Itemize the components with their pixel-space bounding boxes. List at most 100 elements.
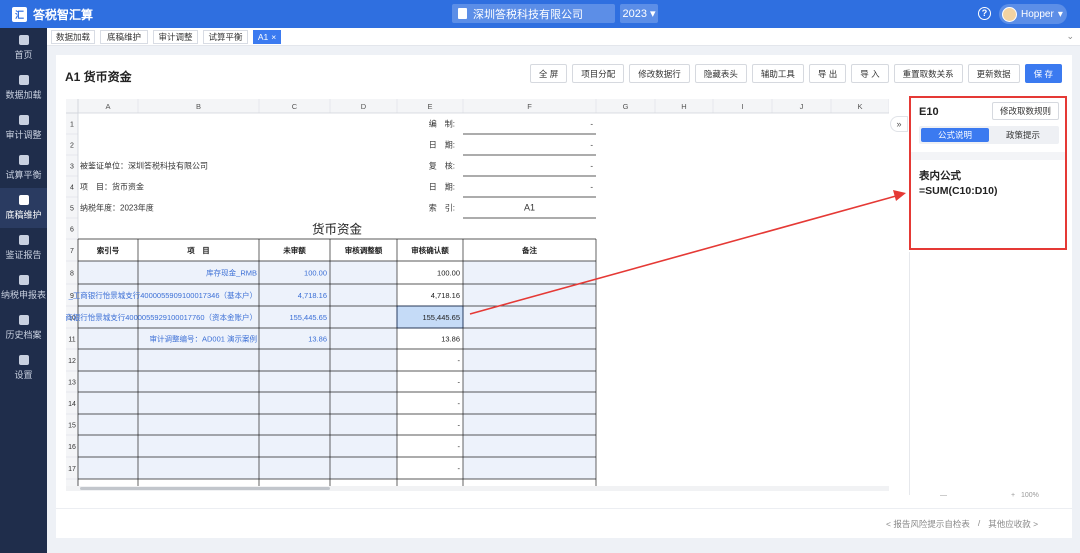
row-number: 8 [70,271,74,278]
sidebar-item[interactable]: 纳税申报表 [0,268,47,308]
toolbar-button[interactable]: 辅助工具 [751,64,804,83]
sidebar-item[interactable]: 设置 [0,348,47,388]
monitor-icon [18,275,29,285]
avatar [1002,6,1017,22]
sidebar-item-label: 试算平衡 [5,170,42,180]
column-letter: D [361,102,367,111]
sheet-navigation: < 报告风险提示自检表 / 其他应收款 > [886,518,1038,530]
row-number: 5 [70,206,74,213]
next-sheet-link[interactable]: 其他应收款 > [988,518,1038,530]
sidebar-item-label: 鉴证报告 [5,250,42,260]
toolbar-button[interactable]: 修改数据行 [629,64,690,83]
tab-label: 审计调整 [158,32,193,42]
label-reviewer: 复 核: [429,161,455,171]
zoom-in-icon[interactable]: + [1011,492,1015,499]
value-index: A1 [524,203,535,213]
spreadsheet[interactable]: A B C D E F G H I J K 1 2 3 4 5 6 7 8 9 10 11 12 13 14 15 16 17 编 制:… [66,99,889,486]
tab-policy[interactable]: 政策提示 [989,128,1057,142]
tab-item[interactable]: 数据加载 [51,30,95,44]
user-menu[interactable]: Hopper ▾ [999,4,1067,24]
tab-item[interactable]: 审计调整 [153,30,198,44]
sidebar-item[interactable]: 首页 [0,28,47,68]
empty-value: - [458,442,461,451]
toolbar-button[interactable]: 全 屏 [529,64,568,83]
confirmed-amount: 100.00 [437,269,460,278]
tab-item[interactable]: 底稿维护 [100,30,148,44]
sidebar-item[interactable]: 历史档案 [0,308,47,348]
close-icon[interactable]: × [271,32,276,42]
project-name: 项 目：货币资金 [80,182,144,192]
chevron-down-icon: ▾ [649,8,656,20]
toolbar-button[interactable]: 更新数据 [967,64,1020,83]
report-icon [18,235,29,245]
toolbar-button[interactable]: 隐藏表头 [694,64,747,83]
scrollbar-thumb[interactable] [80,487,330,490]
sidebar-item-label: 数据加载 [5,90,42,100]
panel-collapse-icon[interactable]: » [890,116,908,132]
toolbar-button[interactable]: 重置取数关系 [893,64,963,83]
confirmed-amount: 13.86 [441,335,460,344]
formula-expression: =SUM(C10:D10) [919,185,998,197]
row-number: 12 [68,358,76,365]
unaudited-amount: 4,718.16 [298,291,327,300]
empty-value: - [458,378,461,387]
tab-bar: ⌄ 数据加载 底稿维护 审计调整 试算平衡 A1 × [47,28,1080,46]
sidebar-item[interactable]: 底稿维护 [0,188,47,228]
panel-tabs: 公式说明 政策提示 [919,126,1059,144]
spreadsheet-canvas[interactable]: A B C D E F G H I J K1234567891011121314151617编 制:… [66,99,889,486]
toolbar-button[interactable]: 保 存 [1024,64,1062,83]
label-index: 索 引: [429,203,455,213]
label-preparer: 编 制: [429,119,455,129]
tab-label: 底稿维护 [106,32,141,42]
column-heading: 备注 [521,245,537,255]
toolbar-button[interactable]: 项目分配 [572,64,625,83]
column-letter: H [681,102,686,111]
top-bar: 汇 答税智汇算 深圳答税科技有限公司 2023 ▾ ? Hopper ▾ [0,0,1080,28]
tab-item[interactable]: 试算平衡 [203,30,248,44]
tab-label: 试算平衡 [208,32,243,42]
year-select[interactable]: 2023 ▾ [620,4,658,23]
row-number: 3 [70,164,74,171]
sidebar-item[interactable]: 试算平衡 [0,148,47,188]
sidebar-item-label: 历史档案 [5,330,42,340]
folder-icon [18,315,29,325]
formula-heading: 表内公式 [919,170,961,182]
zoom-value: 100% [1021,492,1039,499]
row-number: 4 [70,185,74,192]
zoom-control: — + 100% [940,492,1039,499]
company-name: 深圳答税科技有限公司 [473,8,583,21]
sidebar-item[interactable]: 数据加载 [0,68,47,108]
toolbar-button[interactable]: 导 入 [851,64,889,83]
prev-sheet-link[interactable]: < 报告风险提示自检表 [886,518,970,530]
tab-label: A1 [257,32,269,42]
tab-item[interactable]: A1 × [253,30,281,44]
column-letter: I [741,102,743,111]
item-name: 商银行怡景城支行4000055929100017760（资本金账户） [66,312,257,322]
row-number: 7 [70,248,74,255]
column-heading: 项 目 [187,246,210,255]
chevron-down-icon[interactable]: ⌄ [1066,31,1074,42]
value-review-date: - [590,183,593,192]
app-brand[interactable]: 汇 答税智汇算 [12,6,93,22]
company-select[interactable]: 深圳答税科技有限公司 [452,4,615,23]
horizontal-scrollbar[interactable] [66,486,889,491]
empty-value: - [458,399,461,408]
help-icon[interactable]: ? [978,7,991,20]
tab-formula[interactable]: 公式说明 [921,128,989,142]
column-letter: G [623,102,629,111]
zoom-out-icon[interactable]: — [940,492,947,499]
toolbar: 全 屏项目分配 修改数据行 隐藏表头 辅助工具导 出导 入重置取数关系 更新数据保 存 [529,64,1062,83]
sidebar-item-label: 纳税申报表 [0,290,46,300]
value-reviewer: - [590,162,593,171]
database-icon [18,75,29,85]
row-number: 15 [68,423,76,430]
column-heading: 审核调整额 [345,245,383,255]
year-value: 2023 [622,7,647,20]
row-number: 6 [70,227,74,234]
edit-rule-button[interactable]: 修改取数规则 [991,102,1059,120]
app-logo-icon: 汇 [12,6,27,22]
sidebar-item-label: 底稿维护 [5,210,42,220]
sidebar-item[interactable]: 鉴证报告 [0,228,47,268]
toolbar-button[interactable]: 导 出 [808,64,847,83]
sidebar-item[interactable]: 审计调整 [0,108,47,148]
